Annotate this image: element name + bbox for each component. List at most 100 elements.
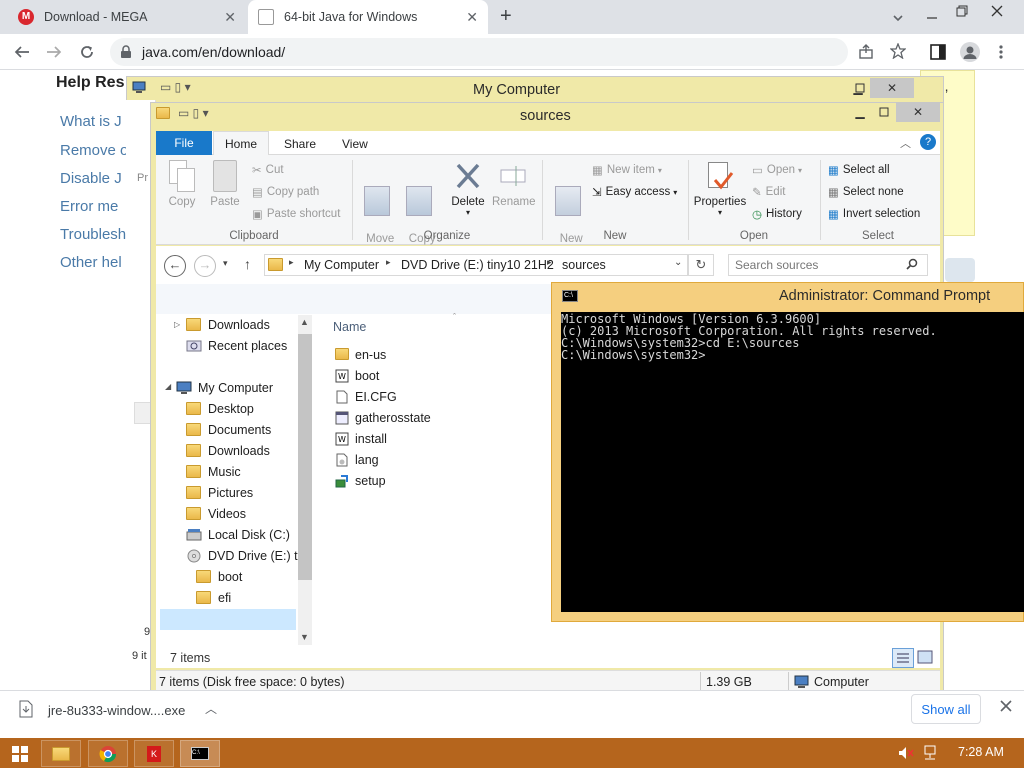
nav-item[interactable]: Documents	[186, 423, 271, 437]
close-tab-icon[interactable]: ✕	[224, 9, 236, 26]
file-row[interactable]: en-us	[335, 348, 386, 362]
nav-item[interactable]: efi	[196, 591, 231, 605]
maximize-icon[interactable]	[870, 102, 898, 122]
copy-button[interactable]: Copy	[164, 160, 200, 208]
tab-home[interactable]: Home	[213, 131, 269, 156]
close-tab-icon[interactable]: ✕	[466, 9, 478, 26]
file-row[interactable]: gatherosstate	[335, 411, 431, 425]
breadcrumb-item[interactable]: sources	[562, 258, 606, 272]
breadcrumb-item[interactable]: DVD Drive (E:) tiny10 21H2	[401, 258, 554, 272]
nav-item[interactable]: Desktop	[186, 402, 254, 416]
taskbar-app[interactable]: K	[134, 740, 174, 767]
clock[interactable]: 7:28 AM	[958, 745, 1004, 759]
tab-mega[interactable]: M Download - MEGA ✕	[8, 0, 246, 34]
restore-icon[interactable]	[955, 4, 969, 18]
taskbar-cmd[interactable]: C:\	[180, 740, 220, 767]
large-icons-view-icon[interactable]	[917, 650, 933, 664]
quick-access-toolbar[interactable]: ▭ ▯ ▾	[178, 106, 209, 120]
nav-item[interactable]: Videos	[186, 507, 246, 521]
cut-button[interactable]: ✂ Cut	[252, 163, 284, 177]
new-folder-button[interactable]: New folder	[548, 160, 588, 259]
file-row[interactable]: Wboot	[335, 369, 379, 383]
profile-avatar-icon[interactable]	[960, 42, 980, 62]
help-link[interactable]: What is J	[60, 113, 122, 130]
tree-expander-icon[interactable]: ▷	[174, 320, 180, 329]
tab-share[interactable]: Share	[284, 137, 316, 151]
help-icon[interactable]: ?	[920, 134, 936, 150]
details-view-icon[interactable]	[892, 648, 914, 668]
back-icon[interactable]	[13, 44, 31, 60]
chevron-up-icon[interactable]: ︿	[205, 700, 217, 717]
sidepanel-icon[interactable]	[930, 44, 946, 60]
scroll-down-icon[interactable]: ▼	[300, 632, 309, 642]
select-all-button[interactable]: ▦ Select all	[828, 163, 890, 177]
nav-item[interactable]: Pictures	[186, 486, 253, 500]
properties-button[interactable]: Properties ▾	[692, 160, 748, 217]
history-button[interactable]: ◷ History	[752, 207, 802, 221]
download-filename[interactable]: jre-8u333-window....exe	[48, 703, 185, 718]
nav-item[interactable]: Music	[186, 465, 241, 479]
taskbar-chrome[interactable]	[88, 740, 128, 767]
file-row[interactable]: Winstall	[335, 432, 387, 446]
refresh-icon[interactable]: ↻	[688, 254, 714, 276]
move-to-button[interactable]: Move to	[358, 160, 396, 259]
nav-item[interactable]: Recent places	[186, 339, 287, 353]
back-icon[interactable]: ←	[164, 255, 186, 277]
start-windows-icon[interactable]	[12, 746, 28, 762]
edit-button[interactable]: ✎ Edit	[752, 185, 785, 199]
breadcrumb-item[interactable]: My Computer	[304, 258, 379, 272]
network-icon[interactable]	[922, 745, 938, 761]
close-shelf-icon[interactable]	[1000, 700, 1012, 712]
paste-button[interactable]: Paste	[206, 160, 244, 208]
help-link[interactable]: Remove o	[60, 142, 128, 159]
taskbar-explorer[interactable]	[41, 740, 81, 767]
name-column-header[interactable]: Name	[333, 320, 366, 334]
new-item-button[interactable]: ▦ New item ▾	[592, 163, 662, 177]
help-link[interactable]: Troublesh	[60, 226, 126, 243]
invert-selection-button[interactable]: ▦ Invert selection	[828, 207, 920, 221]
new-tab-button[interactable]: +	[500, 5, 512, 28]
tree-expander-icon[interactable]: ◢	[165, 382, 171, 391]
tab-java[interactable]: 64-bit Java for Windows ✕	[248, 0, 488, 34]
nav-item[interactable]: boot	[196, 570, 242, 584]
speaker-muted-icon[interactable]	[898, 746, 914, 760]
help-link[interactable]: Disable J	[60, 170, 122, 187]
close-window-icon[interactable]	[990, 4, 1004, 18]
nav-item[interactable]: Downloads	[186, 318, 270, 332]
tab-file[interactable]: File	[156, 131, 212, 155]
nav-item[interactable]: Downloads	[186, 444, 270, 458]
minimize-icon[interactable]	[925, 8, 939, 22]
nav-item[interactable]: My Computer	[176, 381, 273, 395]
scroll-up-icon[interactable]: ▲	[300, 317, 309, 327]
delete-button[interactable]: Delete ▾	[447, 160, 489, 217]
rename-button[interactable]: Rename	[492, 160, 535, 208]
reload-icon[interactable]	[78, 43, 96, 61]
forward-icon[interactable]: →	[194, 255, 216, 277]
up-icon[interactable]: ↑	[244, 256, 251, 272]
easy-access-button[interactable]: ⇲ Easy access ▾	[592, 185, 677, 199]
close-icon[interactable]: ✕	[870, 78, 914, 98]
nav-item[interactable]: DVD Drive (E:) tin	[186, 549, 307, 563]
search-placeholder[interactable]: Search sources	[735, 258, 818, 272]
recent-locations-icon[interactable]: ▾	[223, 258, 228, 269]
search-icon[interactable]	[906, 258, 918, 270]
tab-search-icon[interactable]	[888, 8, 908, 28]
file-row[interactable]: lang	[335, 453, 379, 467]
close-icon[interactable]: ✕	[896, 102, 940, 122]
copy-to-button[interactable]: Copy to	[400, 160, 438, 259]
bookmark-star-icon[interactable]	[890, 43, 906, 59]
paste-shortcut-button[interactable]: ▣ Paste shortcut	[252, 207, 340, 221]
file-row[interactable]: EI.CFG	[335, 390, 397, 404]
file-row[interactable]: setup	[335, 474, 386, 488]
help-link[interactable]: Other hel	[60, 254, 122, 271]
help-link[interactable]: Error me	[60, 198, 118, 215]
tab-view[interactable]: View	[342, 137, 368, 151]
copy-path-button[interactable]: ▤ Copy path	[252, 185, 319, 199]
show-all-button[interactable]: Show all	[911, 694, 981, 724]
nav-scrollbar-thumb[interactable]	[298, 334, 312, 580]
chevron-down-icon[interactable]: ⌄	[674, 257, 682, 268]
menu-dots-icon[interactable]	[998, 44, 1004, 60]
nav-item[interactable]: Local Disk (C:)	[186, 528, 290, 542]
forward-icon[interactable]	[45, 44, 63, 60]
collapse-ribbon-icon[interactable]: ︿	[900, 135, 911, 151]
